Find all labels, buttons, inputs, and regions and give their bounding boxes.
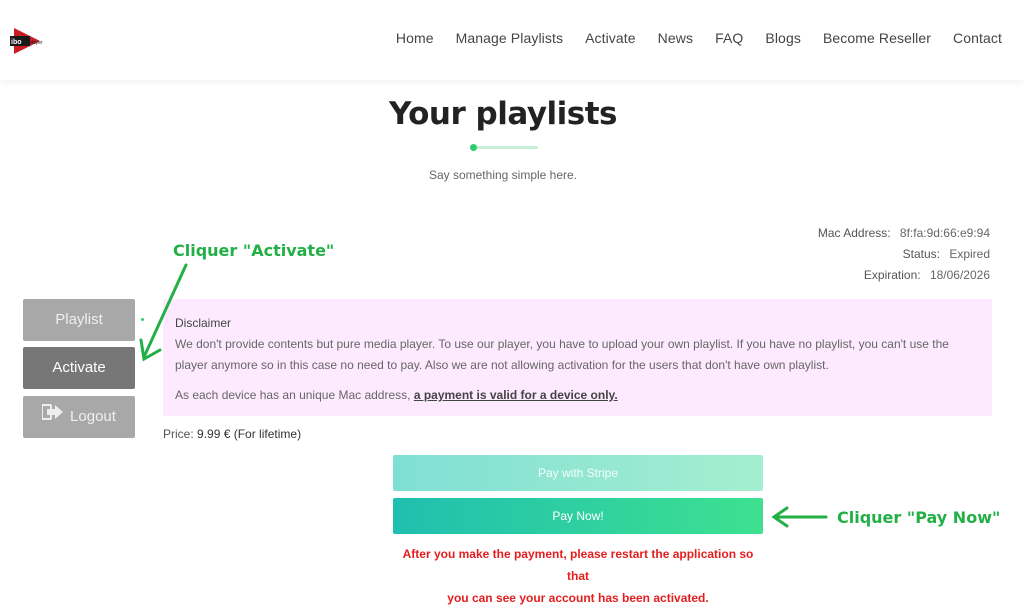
svg-text:player: player — [29, 40, 43, 46]
pay-with-stripe-button[interactable]: Pay with Stripe — [393, 455, 763, 491]
main-nav: Home Manage Playlists Activate News FAQ … — [396, 30, 1024, 46]
page-title: Your playlists — [388, 96, 618, 132]
warning-line-2: you can see your account has been activa… — [447, 591, 709, 605]
expiration-row: Expiration: 18/06/2026 — [818, 268, 990, 289]
status-value: Expired — [949, 247, 990, 261]
page-subtitle: Say something simple here. — [428, 168, 578, 182]
status-label: Status: — [902, 247, 940, 261]
nav-become-reseller[interactable]: Become Reseller — [823, 30, 931, 46]
expiration-label: Expiration: — [863, 268, 921, 282]
nav-home[interactable]: Home — [396, 30, 434, 46]
title-underline — [474, 146, 538, 149]
annotation-pay-now: Cliquer "Pay Now" — [837, 508, 1001, 527]
activate-button[interactable]: Activate — [23, 347, 135, 389]
nav-manage-playlists[interactable]: Manage Playlists — [456, 30, 563, 46]
nav-contact[interactable]: Contact — [953, 30, 1002, 46]
arrow-to-pay-now — [771, 506, 828, 528]
payment-valid-link[interactable]: a payment is valid for a device only. — [414, 388, 618, 402]
annotation-activate: Cliquer "Activate" — [173, 241, 335, 260]
disclaimer-note-text: As each device has an unique Mac address… — [175, 388, 414, 402]
disclaimer-body: We don't provide contents but pure media… — [175, 337, 949, 372]
price-value: 9.99 € (For lifetime) — [197, 427, 302, 441]
svg-text:ibo: ibo — [11, 39, 22, 46]
logout-label: Logout — [70, 408, 116, 425]
payment-warning: After you make the payment, please resta… — [393, 543, 763, 609]
nav-activate[interactable]: Activate — [585, 30, 636, 46]
nav-blogs[interactable]: Blogs — [765, 30, 801, 46]
mac-address-label: Mac Address: — [817, 226, 891, 240]
mac-address-value: 8f:fa:9d:66:e9:94 — [899, 226, 990, 240]
site-header: ibo player Home Manage Playlists Activat… — [0, 0, 1024, 80]
ibo-player-logo[interactable]: ibo player — [8, 26, 48, 56]
indicator-dot — [141, 318, 144, 321]
logout-icon — [41, 395, 64, 437]
disclaimer-box: Disclaimer We don't provide contents but… — [163, 299, 992, 416]
nav-faq[interactable]: FAQ — [715, 30, 743, 46]
pay-now-button[interactable]: Pay Now! — [393, 498, 763, 534]
warning-line-1: After you make the payment, please resta… — [402, 547, 754, 583]
status-row: Status: Expired — [818, 247, 990, 268]
expiration-value: 18/06/2026 — [929, 268, 990, 282]
playlist-button[interactable]: Playlist — [23, 299, 135, 341]
mac-address-row: Mac Address: 8f:fa:9d:66:e9:94 — [818, 226, 990, 247]
nav-news[interactable]: News — [658, 30, 693, 46]
disclaimer-note: As each device has an unique Mac address… — [175, 385, 980, 406]
price-line: Price: 9.99 € (For lifetime) — [163, 427, 301, 441]
price-label: Price: — [163, 427, 194, 441]
title-dot — [470, 144, 477, 151]
disclaimer-title: Disclaimer — [175, 316, 232, 330]
device-info: Mac Address: 8f:fa:9d:66:e9:94 Status: E… — [818, 226, 990, 289]
logout-button[interactable]: Logout — [23, 396, 135, 438]
